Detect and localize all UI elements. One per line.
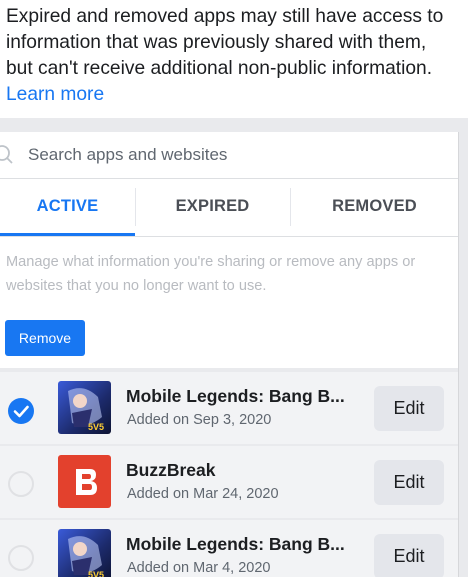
search-input[interactable]: Search apps and websites	[28, 145, 227, 165]
list-item[interactable]: 5V5 Mobile Legends: Bang B... Added on M…	[0, 520, 458, 577]
description-text: Manage what information you're sharing o…	[6, 254, 416, 294]
app-added-date: Added on Sep 3, 2020	[127, 412, 272, 428]
app-added-date: Added on Mar 4, 2020	[127, 560, 271, 576]
edit-button[interactable]: Edit	[374, 534, 444, 577]
info-text-block: Expired and removed apps may still have …	[6, 4, 451, 108]
search-icon	[0, 144, 20, 166]
checkmark-icon	[13, 405, 29, 418]
list-item[interactable]: BuzzBreak Added on Mar 24, 2020 Edit	[0, 446, 458, 518]
svg-text:5V5: 5V5	[88, 422, 104, 432]
svg-text:5V5: 5V5	[88, 570, 104, 577]
remove-button[interactable]: Remove	[5, 320, 85, 356]
checkbox-unchecked[interactable]	[8, 471, 34, 497]
mobile-legends-icon: 5V5	[58, 529, 111, 577]
info-note: Expired and removed apps may still have …	[0, 0, 468, 118]
info-text: Expired and removed apps may still have …	[6, 6, 444, 79]
apps-list: 5V5 Mobile Legends: Bang B... Added on S…	[0, 368, 458, 577]
edit-button[interactable]: Edit	[374, 460, 444, 505]
tab-active[interactable]: ACTIVE	[0, 178, 135, 236]
app-name: Mobile Legends: Bang B...	[126, 534, 345, 554]
edit-button[interactable]: Edit	[374, 386, 444, 431]
checkbox-checked[interactable]	[8, 398, 34, 424]
checkbox-unchecked[interactable]	[8, 545, 34, 571]
learn-more-link[interactable]: Learn more	[6, 84, 104, 105]
tab-removed[interactable]: REMOVED	[291, 178, 458, 236]
app-added-date: Added on Mar 24, 2020	[127, 486, 279, 502]
mobile-legends-icon: 5V5	[58, 381, 111, 434]
buzzbreak-icon	[58, 455, 111, 508]
search-bar[interactable]: Search apps and websites	[0, 132, 458, 179]
list-item[interactable]: 5V5 Mobile Legends: Bang B... Added on S…	[0, 372, 458, 444]
apps-panel: Search apps and websites ACTIVE EXPIRED …	[0, 132, 459, 577]
tab-expired[interactable]: EXPIRED	[136, 178, 289, 236]
app-name: BuzzBreak	[126, 460, 216, 480]
app-name: Mobile Legends: Bang B...	[126, 386, 345, 406]
tab-bar: ACTIVE EXPIRED REMOVED	[0, 178, 458, 237]
section-gap	[0, 118, 468, 132]
